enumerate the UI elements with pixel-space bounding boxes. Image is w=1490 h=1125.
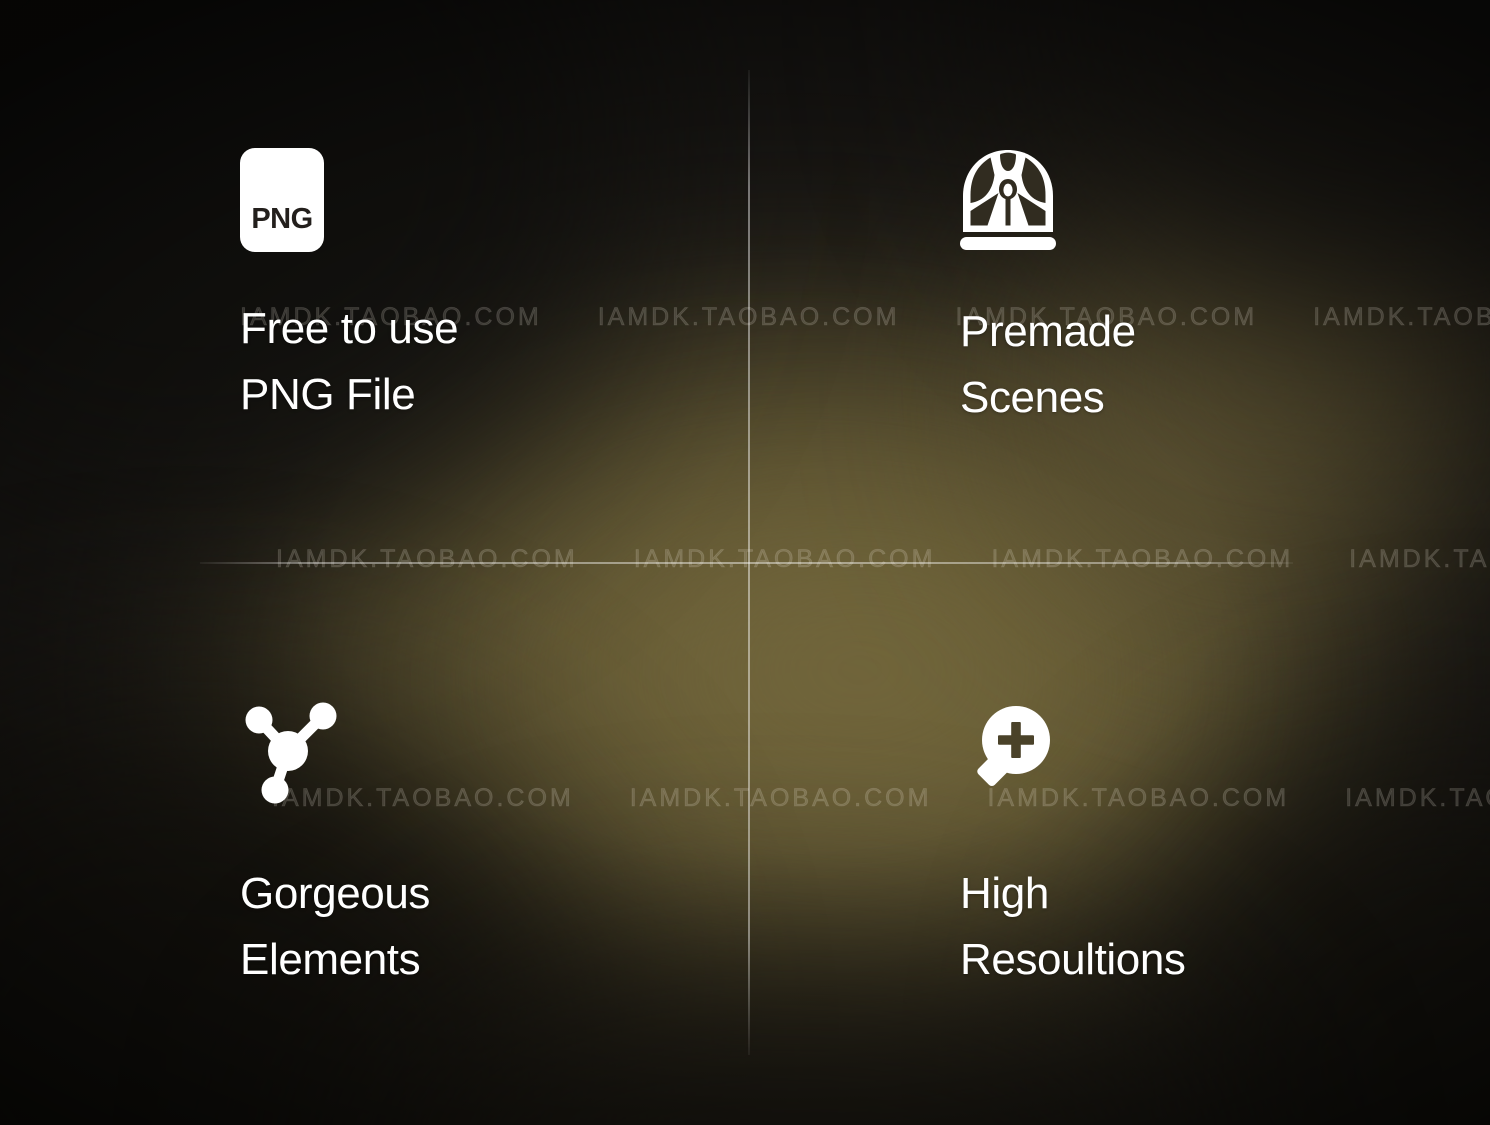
feature-title: Premade Scenes xyxy=(960,307,1136,422)
horizontal-divider xyxy=(200,562,1293,564)
feature-premade-scenes: Premade Scenes xyxy=(960,148,1136,431)
pen-nib-icon xyxy=(960,148,1136,256)
png-file-icon: PNG xyxy=(240,148,458,253)
feature-gorgeous-elements: Gorgeous Elements xyxy=(240,700,430,993)
feature-high-resolutions: High Resoultions xyxy=(960,700,1186,993)
magnifier-plus-icon xyxy=(960,700,1186,808)
feature-title: Free to use PNG File xyxy=(240,304,459,419)
png-badge-label: PNG xyxy=(251,203,312,235)
feature-title: High Resoultions xyxy=(960,869,1186,984)
feature-grid-canvas: IAMDK.TAOBAO.COM IAMDK.TAOBAO.COM IAMDK.… xyxy=(0,0,1490,1125)
feature-free-to-use-png-file: PNG Free to use PNG File xyxy=(240,148,459,428)
node-graph-icon xyxy=(240,700,430,808)
feature-title: Gorgeous Elements xyxy=(240,869,431,984)
